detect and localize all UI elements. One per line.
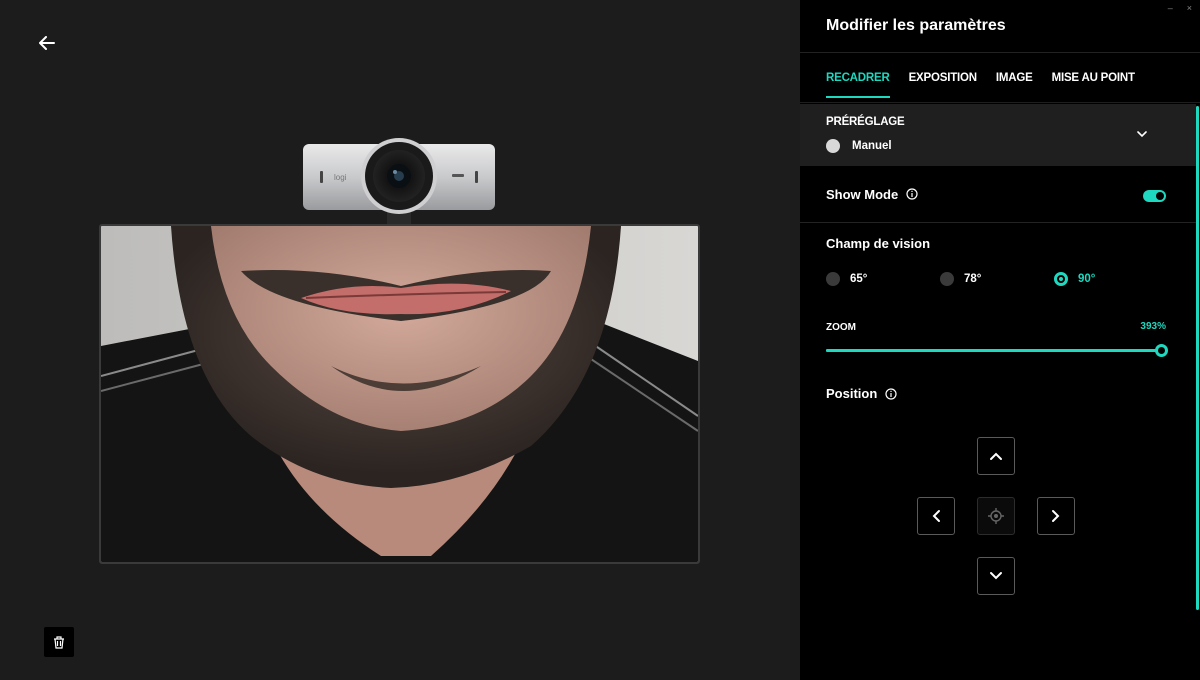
tab-image[interactable]: IMAGE bbox=[996, 66, 1033, 90]
pan-left-button[interactable] bbox=[917, 497, 955, 535]
arrow-right-icon bbox=[1052, 510, 1060, 522]
preset-color-dot bbox=[826, 139, 840, 153]
preset-label: PRÉRÉGLAGE bbox=[826, 116, 905, 128]
delete-button[interactable] bbox=[44, 627, 74, 657]
trash-icon bbox=[54, 636, 64, 649]
fov-option-90[interactable]: 90° bbox=[1054, 272, 1095, 286]
radio-button[interactable] bbox=[940, 272, 954, 286]
radio-button-selected[interactable] bbox=[1054, 272, 1068, 286]
position-label: Position bbox=[826, 386, 878, 401]
radio-button[interactable] bbox=[826, 272, 840, 286]
show-mode-label: Show Mode bbox=[826, 186, 899, 202]
zoom-slider-thumb[interactable] bbox=[1155, 344, 1168, 357]
arrow-up-icon bbox=[990, 452, 1002, 460]
crosshair-icon bbox=[988, 508, 1004, 524]
recenter-button[interactable] bbox=[977, 497, 1015, 535]
fov-option-65[interactable]: 65° bbox=[826, 272, 867, 286]
arrow-down-icon bbox=[990, 572, 1002, 580]
back-arrow-icon bbox=[39, 36, 55, 50]
zoom-slider-fill bbox=[826, 349, 1162, 352]
fov-label: 90° bbox=[1078, 273, 1096, 285]
tab-mise-au-point[interactable]: MISE AU POINT bbox=[1052, 66, 1135, 90]
scrollbar[interactable] bbox=[1196, 106, 1199, 610]
show-mode-row: Show Mode bbox=[800, 166, 1196, 223]
pan-up-button[interactable] bbox=[977, 437, 1015, 475]
webcam-device-image: logi bbox=[302, 134, 496, 224]
zoom-value: 393% bbox=[1140, 321, 1166, 332]
panel-title: Modifier les paramètres bbox=[826, 17, 1006, 34]
zoom-slider[interactable] bbox=[826, 344, 1168, 357]
back-button[interactable] bbox=[34, 30, 60, 56]
chevron-down-icon[interactable] bbox=[1136, 130, 1148, 138]
zoom-label: ZOOM bbox=[826, 322, 856, 333]
info-icon[interactable] bbox=[906, 188, 918, 200]
minimize-button[interactable]: – bbox=[1168, 3, 1173, 13]
tab-recadrer[interactable]: RECADRER bbox=[826, 66, 890, 98]
field-of-view-options: 65° 78° 90° bbox=[826, 272, 1186, 290]
svg-text:logi: logi bbox=[334, 173, 347, 182]
pan-right-button[interactable] bbox=[1037, 497, 1075, 535]
fov-label: 65° bbox=[850, 273, 868, 285]
show-mode-toggle[interactable] bbox=[1143, 190, 1166, 202]
arrow-left-icon bbox=[932, 510, 940, 522]
fov-label: 78° bbox=[964, 273, 982, 285]
info-icon[interactable] bbox=[885, 387, 897, 400]
camera-preview-video bbox=[99, 224, 700, 564]
preset-value: Manuel bbox=[852, 140, 892, 152]
window-controls: – × bbox=[1168, 3, 1192, 13]
tab-exposition[interactable]: EXPOSITION bbox=[909, 66, 977, 90]
field-of-view-label: Champ de vision bbox=[826, 236, 931, 251]
tab-bar: RECADRER EXPOSITION IMAGE MISE AU POINT bbox=[800, 53, 1200, 103]
position-heading: Position bbox=[826, 386, 897, 401]
panel-header: Modifier les paramètres bbox=[800, 0, 1200, 53]
camera-preview-area: logi bbox=[0, 0, 800, 680]
fov-option-78[interactable]: 78° bbox=[940, 272, 981, 286]
preset-dropdown[interactable]: PRÉRÉGLAGE Manuel bbox=[800, 104, 1196, 166]
settings-panel: – × Modifier les paramètres RECADRER EXP… bbox=[800, 0, 1200, 680]
close-window-button[interactable]: × bbox=[1187, 3, 1192, 13]
pan-down-button[interactable] bbox=[977, 557, 1015, 595]
